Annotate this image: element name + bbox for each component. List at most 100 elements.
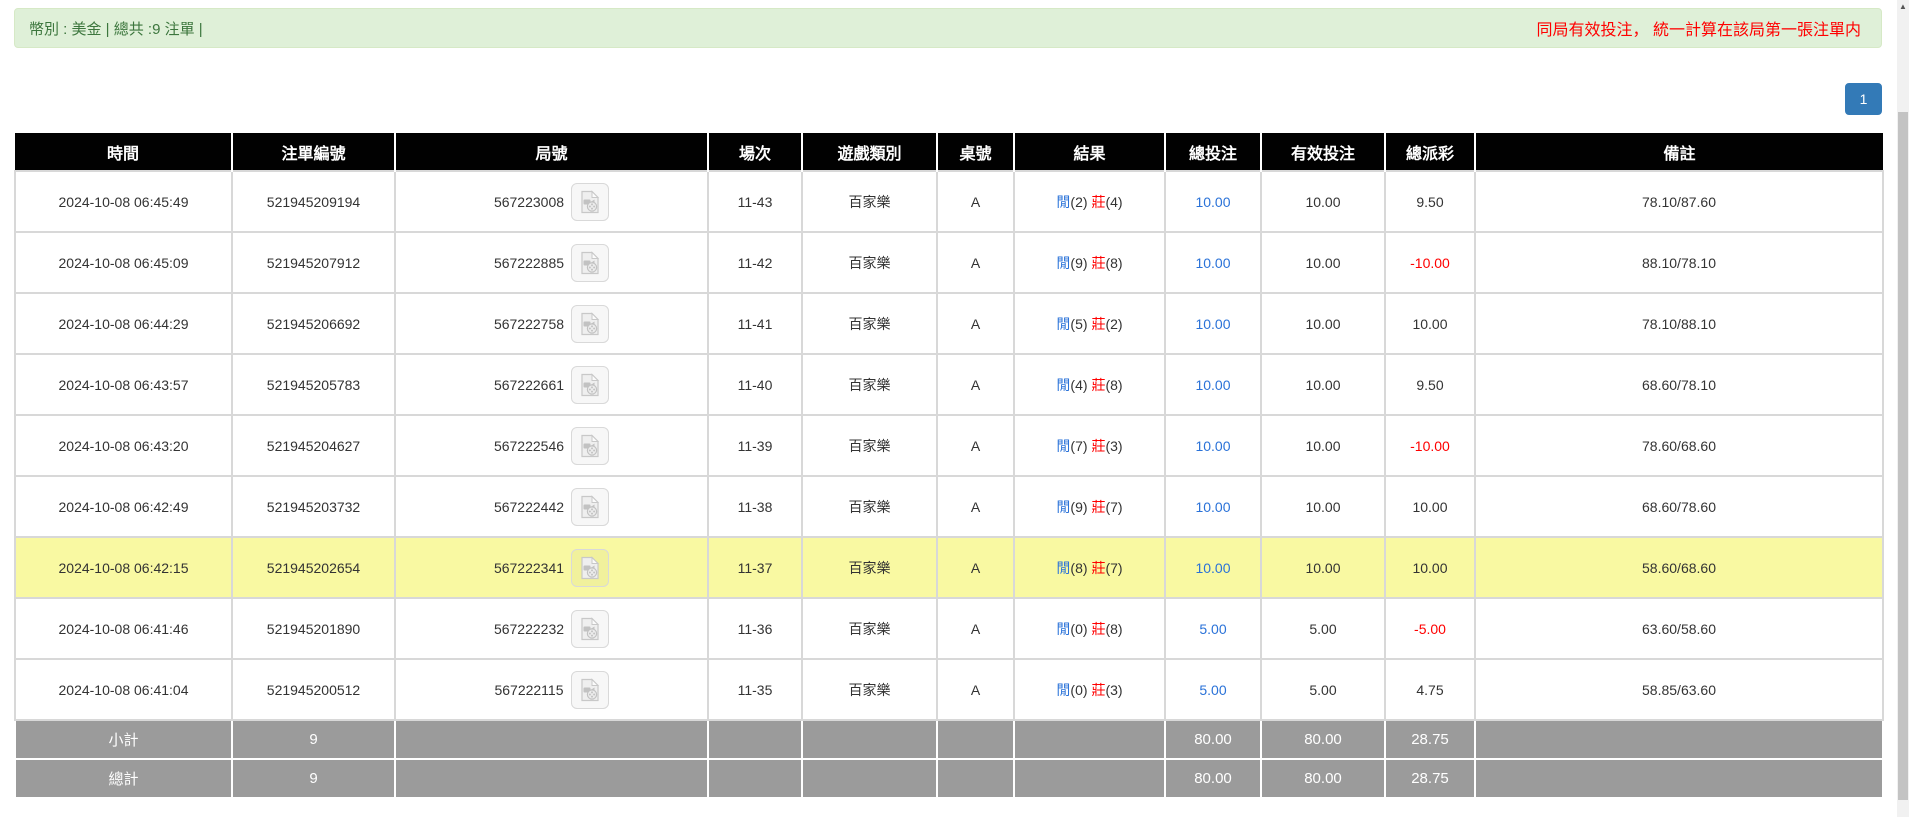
cell-payout: 10.00 (1384, 292, 1476, 355)
video-replay-icon (581, 250, 600, 274)
cell-total-bet[interactable]: 10.00 (1164, 292, 1262, 355)
cell-remark: 68.60/78.10 (1474, 353, 1884, 416)
video-replay-button[interactable] (571, 426, 610, 465)
col-header-session: 場次 (707, 133, 802, 171)
grand-total-label: 總計 (14, 758, 233, 799)
pagination-page-1-button[interactable]: 1 (1845, 83, 1882, 115)
banker-label: 莊 (1091, 193, 1106, 210)
cell-game-type: 百家樂 (801, 597, 938, 660)
player-score: (9) (1070, 498, 1088, 515)
cell-total-bet[interactable]: 10.00 (1164, 414, 1262, 477)
subtotal-valid-bet: 80.00 (1260, 719, 1386, 760)
video-replay-button[interactable] (571, 487, 610, 526)
grand-total-payout: 28.75 (1384, 758, 1476, 799)
cell-game-type: 百家樂 (801, 414, 938, 477)
cell-session: 11-43 (707, 170, 803, 233)
cell-total-bet[interactable]: 5.00 (1164, 597, 1262, 660)
cell-payout: -5.00 (1384, 597, 1476, 660)
cell-total-bet[interactable]: 10.00 (1164, 475, 1262, 538)
video-replay-icon (581, 616, 600, 640)
col-header-round-id: 局號 (394, 133, 708, 171)
cell-total-bet[interactable]: 10.00 (1164, 536, 1262, 599)
player-label: 閒 (1056, 193, 1071, 210)
video-replay-button[interactable] (570, 670, 609, 709)
subtotal-total-bet: 80.00 (1164, 719, 1262, 760)
table-row: 2024-10-08 06:43:20 521945204627 5672225… (14, 414, 1884, 477)
table-row: 2024-10-08 06:41:46 521945201890 5672222… (14, 597, 1884, 660)
col-header-total-bet: 總投注 (1164, 133, 1261, 171)
player-label: 閒 (1056, 498, 1071, 515)
cell-result: 閒(4) 莊(8) (1013, 353, 1166, 416)
subtotal-label: 小計 (14, 719, 233, 760)
video-replay-icon (581, 311, 600, 335)
video-replay-button[interactable] (571, 182, 610, 221)
cell-bet-id: 521945202654 (231, 536, 396, 599)
cell-round-id: 567223008 (394, 170, 709, 233)
banker-score: (3) (1105, 681, 1123, 698)
cell-time: 2024-10-08 06:43:20 (14, 414, 233, 477)
video-replay-icon (581, 189, 600, 213)
grand-total-remark (1474, 758, 1884, 799)
cell-round-id: 567222341 (394, 536, 709, 599)
grand-total-count: 9 (231, 758, 396, 799)
table-row: 2024-10-08 06:44:29 521945206692 5672227… (14, 292, 1884, 355)
cell-valid-bet: 10.00 (1260, 231, 1386, 294)
round-id-text: 567222885 (493, 254, 565, 271)
cell-valid-bet: 10.00 (1260, 475, 1386, 538)
cell-table-code: A (936, 658, 1015, 721)
cell-payout: 10.00 (1384, 536, 1476, 599)
video-replay-button[interactable] (571, 548, 610, 587)
cell-result: 閒(7) 莊(3) (1013, 414, 1166, 477)
video-replay-icon (580, 677, 599, 701)
same-round-notice: 同局有效投注， 統一計算在該局第一張注單内 (1536, 22, 1861, 39)
cell-valid-bet: 10.00 (1260, 353, 1386, 416)
cell-session: 11-41 (707, 292, 803, 355)
cell-round-id: 567222546 (394, 414, 709, 477)
col-header-valid-bet: 有效投注 (1260, 133, 1385, 171)
video-replay-button[interactable] (571, 365, 610, 404)
cell-result: 閒(9) 莊(8) (1013, 231, 1166, 294)
scrollbar-thumb[interactable] (1898, 112, 1908, 800)
scrollbar-up-arrow-icon[interactable]: ▲ (1897, 2, 1909, 11)
cell-table-code: A (936, 536, 1015, 599)
col-header-payout: 總派彩 (1384, 133, 1475, 171)
cell-game-type: 百家樂 (801, 353, 938, 416)
col-header-time: 時間 (15, 133, 232, 171)
col-header-result: 結果 (1013, 133, 1165, 171)
grand-total-row: 總計 9 80.00 80.00 28.75 (14, 758, 1884, 799)
cell-table-code: A (936, 231, 1015, 294)
currency-total-summary: 幣別 : 美金 | 總共 :9 注單 | (29, 20, 203, 38)
banker-score: (4) (1105, 193, 1123, 210)
cell-session: 11-37 (707, 536, 803, 599)
banker-score: (2) (1105, 315, 1123, 332)
cell-result: 閒(0) 莊(3) (1013, 658, 1166, 721)
cell-session: 11-39 (707, 414, 803, 477)
cell-payout: 9.50 (1384, 170, 1476, 233)
cell-total-bet[interactable]: 10.00 (1164, 170, 1262, 233)
cell-total-bet[interactable]: 5.00 (1164, 658, 1262, 721)
video-replay-button[interactable] (571, 609, 610, 648)
video-replay-button[interactable] (571, 243, 610, 282)
banker-score: (7) (1105, 498, 1123, 515)
cell-table-code: A (936, 597, 1015, 660)
cell-round-id: 567222758 (394, 292, 709, 355)
cell-total-bet[interactable]: 10.00 (1164, 231, 1262, 294)
subtotal-count: 9 (231, 719, 396, 760)
player-score: (7) (1070, 437, 1088, 454)
table-body: 2024-10-08 06:45:49 521945209194 5672230… (14, 170, 1884, 721)
player-label: 閒 (1056, 376, 1071, 393)
cell-valid-bet: 5.00 (1260, 658, 1386, 721)
cell-round-id: 567222442 (394, 475, 709, 538)
round-id-text: 567222546 (493, 437, 565, 454)
cell-total-bet[interactable]: 10.00 (1164, 353, 1262, 416)
player-score: (0) (1070, 620, 1088, 637)
cell-valid-bet: 10.00 (1260, 292, 1386, 355)
summary-bar: 幣別 : 美金 | 總共 :9 注單 | 同局有效投注， 統一計算在該局第一張注… (14, 8, 1882, 48)
vertical-scrollbar[interactable]: ▲ (1897, 0, 1909, 817)
player-label: 閒 (1056, 559, 1071, 576)
video-replay-button[interactable] (571, 304, 610, 343)
banker-label: 莊 (1091, 254, 1106, 271)
cell-table-code: A (936, 170, 1015, 233)
round-id-text: 567222341 (493, 559, 565, 576)
round-id-text: 567222232 (493, 620, 565, 637)
